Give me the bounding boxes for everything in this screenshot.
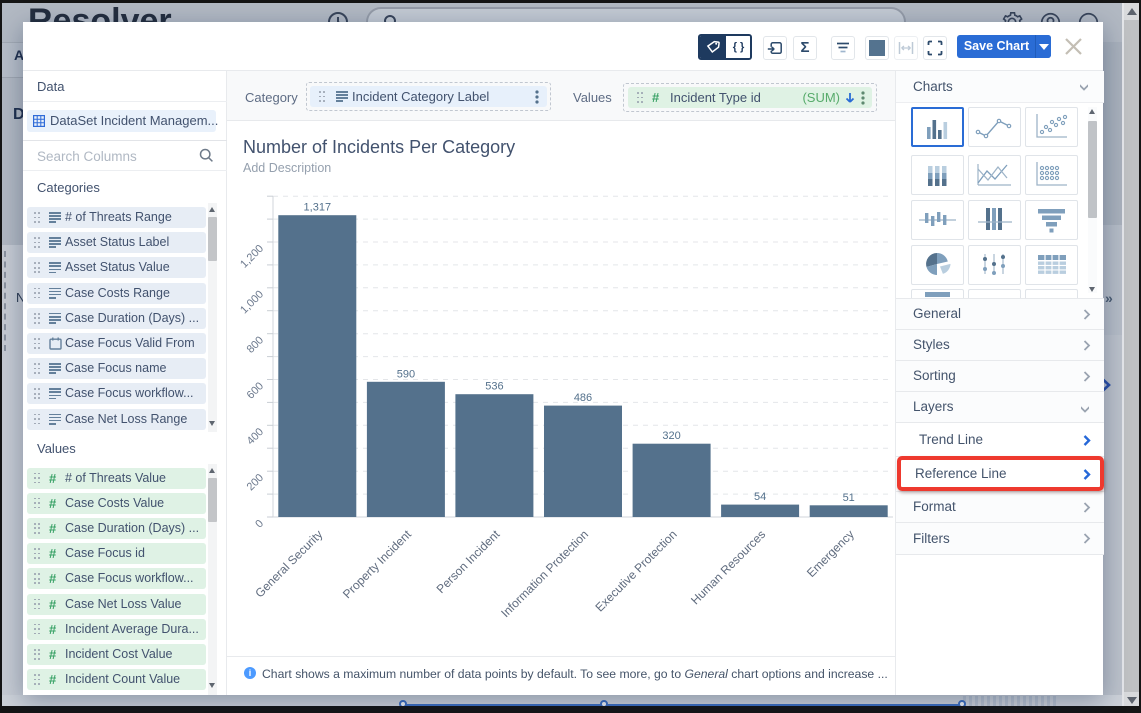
svg-text:536: 536 — [485, 381, 503, 393]
svg-text:1,000: 1,000 — [238, 288, 266, 316]
svg-text:200: 200 — [245, 472, 266, 493]
svg-text:Executive Protection: Executive Protection — [592, 527, 679, 614]
svg-text:54: 54 — [754, 491, 766, 503]
svg-text:51: 51 — [843, 492, 855, 504]
svg-text:Person Incident: Person Incident — [434, 527, 503, 596]
svg-text:400: 400 — [245, 426, 266, 447]
svg-text:0: 0 — [253, 518, 266, 531]
svg-text:General Security: General Security — [252, 527, 325, 600]
svg-text:800: 800 — [245, 334, 266, 355]
svg-text:590: 590 — [397, 368, 415, 380]
svg-text:320: 320 — [662, 430, 680, 442]
svg-text:Emergency: Emergency — [804, 527, 857, 580]
svg-text:486: 486 — [574, 392, 592, 404]
svg-text:1,200: 1,200 — [238, 243, 266, 271]
svg-text:Human Resources: Human Resources — [688, 527, 768, 607]
svg-text:Property Incident: Property Incident — [340, 527, 415, 602]
svg-text:1,317: 1,317 — [304, 202, 332, 214]
svg-text:600: 600 — [245, 380, 266, 401]
svg-text:Information Protection: Information Protection — [498, 527, 591, 620]
